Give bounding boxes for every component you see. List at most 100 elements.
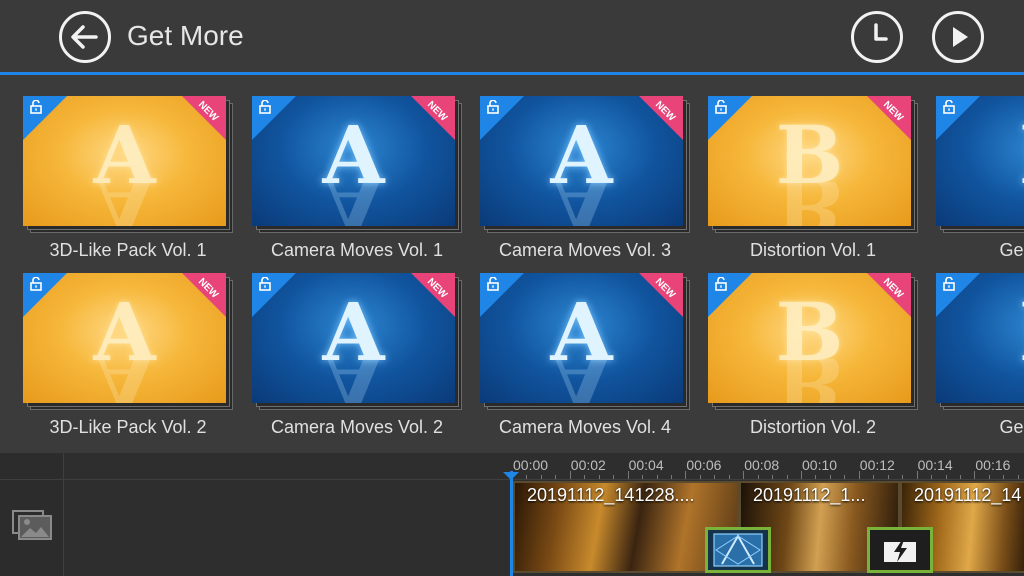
pack-card[interactable]: AANEW 3D-Like Pack Vol. 2 <box>23 273 233 437</box>
ruler-time-label: 00:14 <box>917 457 953 473</box>
thumbnail-letter-reflection: A <box>252 359 455 403</box>
timeline-panel: 00:00 00:02 00:04 00:06 00:08 00:10 00:12 00:14… <box>0 453 1024 576</box>
play-icon <box>953 27 968 47</box>
ruler-time-label: 00:06 <box>686 457 722 473</box>
pack-label: Camera Moves Vol. 3 <box>498 240 672 260</box>
thumbnail-letter-reflection: B <box>708 182 911 226</box>
pack-thumbnail[interactable]: AANEW <box>252 96 455 226</box>
pack-grid: AANEW 3D-Like Pack Vol. 1 AANEW Camera Move… <box>0 75 1024 453</box>
pack-thumbnail[interactable]: IINEW <box>936 273 1024 403</box>
pack-thumbnail[interactable]: BBNEW <box>708 96 911 226</box>
ruler-time-label: 00:10 <box>802 457 838 473</box>
play-button[interactable] <box>932 11 984 63</box>
unlock-icon <box>30 277 42 291</box>
transition-flash-icon <box>884 538 916 562</box>
thumbnail-letter-reflection: B <box>708 359 911 403</box>
pack-card[interactable]: AANEW Camera Moves Vol. 4 <box>480 273 690 437</box>
time-ruler[interactable]: 00:00 00:02 00:04 00:06 00:08 00:10 00:12 00:14… <box>510 453 1024 479</box>
thumbnail-letter-reflection: A <box>23 359 226 403</box>
ruler-tick <box>858 471 860 479</box>
thumbnail-letter-reflection: A <box>480 359 683 403</box>
ruler-tick <box>627 471 629 479</box>
ruler-tick <box>642 475 644 479</box>
image-stack-icon[interactable] <box>12 510 52 540</box>
pack-thumbnail[interactable]: AANEW <box>23 96 226 226</box>
pack-thumbnail[interactable]: AANEW <box>23 273 226 403</box>
pack-label: Geometric <box>999 417 1024 437</box>
ruler-tick <box>569 471 571 479</box>
unlock-icon <box>943 100 955 114</box>
ruler-tick <box>1003 475 1005 479</box>
transition-slot[interactable] <box>867 527 933 573</box>
ruler-time-label: 00:16 <box>975 457 1011 473</box>
playhead-handle[interactable] <box>503 472 519 480</box>
ruler-time-label: 00:00 <box>513 457 549 473</box>
ruler-tick <box>916 471 918 479</box>
transition-slot[interactable] <box>705 527 771 573</box>
ruler-tick <box>844 475 846 479</box>
ruler-tick <box>873 475 875 479</box>
ruler-tick <box>786 475 788 479</box>
pack-label: 3D-Like Pack Vol. 1 <box>49 240 207 260</box>
app-window: Get More AANEW 3D-Like Pack Vol. 1 AANEW Ca… <box>0 0 1024 576</box>
timeline-track-header <box>0 453 64 576</box>
pack-label: 3D-Like Pack Vol. 2 <box>49 417 207 437</box>
pack-thumbnail[interactable]: BBNEW <box>708 273 911 403</box>
ruler-tick <box>699 475 701 479</box>
pack-card[interactable]: AANEW Camera Moves Vol. 1 <box>252 96 462 260</box>
thumbnail-letter-reflection: I <box>936 359 1024 403</box>
unlock-icon <box>487 277 499 291</box>
ruler-time-label: 00:02 <box>570 457 606 473</box>
pack-label: Distortion Vol. 2 <box>749 417 877 437</box>
pack-thumbnail[interactable]: IINEW <box>936 96 1024 226</box>
ruler-tick <box>829 475 831 479</box>
pack-card[interactable]: AANEW 3D-Like Pack Vol. 1 <box>23 96 233 260</box>
ruler-tick <box>613 475 615 479</box>
ruler-tick <box>1017 475 1019 479</box>
pack-card[interactable]: IINEW Geometric <box>936 273 1024 437</box>
pack-card[interactable]: AANEW Camera Moves Vol. 2 <box>252 273 462 437</box>
header-bar: Get More <box>0 0 1024 75</box>
playhead[interactable] <box>510 471 513 576</box>
ruler-tick <box>584 475 586 479</box>
ruler-tick <box>902 475 904 479</box>
pack-card[interactable]: AANEW Camera Moves Vol. 3 <box>480 96 690 260</box>
pack-label: Geometric <box>999 240 1024 260</box>
ruler-tick <box>685 471 687 479</box>
ruler-tick <box>887 475 889 479</box>
transition-a-icon <box>713 533 763 567</box>
unlock-icon <box>487 100 499 114</box>
ruler-tick <box>945 475 947 479</box>
pack-label: Camera Moves Vol. 2 <box>270 417 444 437</box>
pack-thumbnail[interactable]: AANEW <box>252 273 455 403</box>
pack-card[interactable]: BBNEW Distortion Vol. 1 <box>708 96 918 260</box>
unlock-icon <box>715 277 727 291</box>
ruler-tick <box>815 475 817 479</box>
pack-thumbnail[interactable]: AANEW <box>480 96 683 226</box>
pack-card[interactable]: IINEW Geometric <box>936 96 1024 260</box>
ruler-tick <box>959 475 961 479</box>
clip-filename: 20191112_141228.... <box>527 485 695 505</box>
pack-label: Distortion Vol. 1 <box>749 240 877 260</box>
history-button[interactable] <box>851 11 903 63</box>
thumbnail-letter-reflection: A <box>252 182 455 226</box>
ruler-tick <box>988 475 990 479</box>
thumbnail-letter-reflection: I <box>936 182 1024 226</box>
page-title: Get More <box>127 20 244 51</box>
pack-thumbnail[interactable]: AANEW <box>480 273 683 403</box>
back-button[interactable] <box>59 11 111 63</box>
ruler-tick <box>743 471 745 479</box>
unlock-icon <box>259 100 271 114</box>
unlock-icon <box>259 277 271 291</box>
unlock-icon <box>715 100 727 114</box>
ruler-tick <box>757 475 759 479</box>
pack-label: Camera Moves Vol. 4 <box>498 417 672 437</box>
ruler-tick <box>555 475 557 479</box>
unlock-icon <box>30 100 42 114</box>
ruler-tick <box>772 475 774 479</box>
pack-card[interactable]: BBNEW Distortion Vol. 2 <box>708 273 918 437</box>
ruler-time-label: 00:04 <box>628 457 664 473</box>
ruler-tick <box>540 475 542 479</box>
ruler-tick <box>526 475 528 479</box>
ruler-tick <box>656 475 658 479</box>
